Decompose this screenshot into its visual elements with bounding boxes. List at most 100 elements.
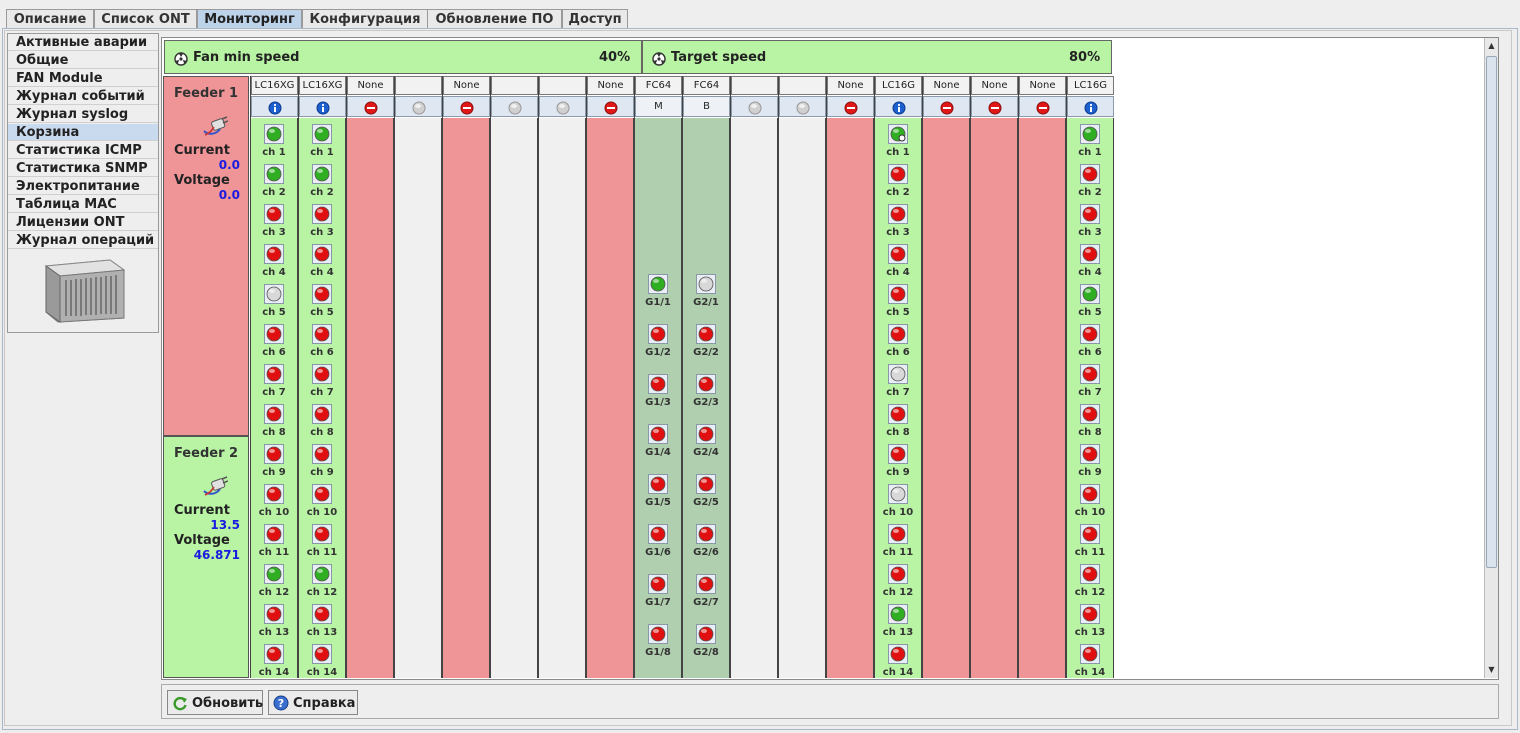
port-led-icon[interactable] xyxy=(264,404,284,424)
port-led-icon[interactable] xyxy=(312,204,332,224)
port-led-icon[interactable] xyxy=(1080,524,1100,544)
scrollbar-thumb[interactable] xyxy=(1486,56,1497,568)
port-led-icon[interactable] xyxy=(888,204,908,224)
port-led-icon[interactable] xyxy=(696,474,716,494)
info-icon[interactable] xyxy=(1067,96,1114,117)
port-led-icon[interactable] xyxy=(264,284,284,304)
port-led-icon[interactable] xyxy=(888,284,908,304)
port-led-icon[interactable] xyxy=(264,364,284,384)
stop-icon[interactable] xyxy=(827,96,874,117)
port-led-icon[interactable] xyxy=(1080,204,1100,224)
port-led-icon[interactable] xyxy=(696,324,716,344)
sidebar-item-8[interactable]: Электропитание xyxy=(8,178,158,195)
refresh-button[interactable]: Обновить xyxy=(167,690,263,715)
info-icon[interactable] xyxy=(875,96,922,117)
port-led-icon[interactable] xyxy=(888,644,908,664)
sidebar-item-7[interactable]: Статистика SNMP xyxy=(8,160,158,177)
stop-icon[interactable] xyxy=(587,96,634,117)
port-led-icon[interactable] xyxy=(888,164,908,184)
port-led-icon[interactable] xyxy=(888,564,908,584)
port-led-icon[interactable] xyxy=(312,644,332,664)
port-led-icon[interactable] xyxy=(312,284,332,304)
port-led-icon[interactable] xyxy=(1080,404,1100,424)
tab-3[interactable]: Конфигурация xyxy=(302,9,428,29)
status-gray-icon[interactable] xyxy=(539,96,586,117)
tab-0[interactable]: Описание xyxy=(6,9,94,29)
port-led-icon[interactable] xyxy=(1080,484,1100,504)
stop-icon[interactable] xyxy=(347,96,394,117)
stop-icon[interactable] xyxy=(1019,96,1066,117)
port-led-icon[interactable] xyxy=(888,524,908,544)
status-gray-icon[interactable] xyxy=(395,96,442,117)
sidebar-item-2[interactable]: FAN Module xyxy=(8,70,158,87)
stop-icon[interactable] xyxy=(971,96,1018,117)
port-led-icon[interactable] xyxy=(312,524,332,544)
port-led-icon[interactable] xyxy=(312,564,332,584)
port-led-icon[interactable] xyxy=(312,324,332,344)
port-led-icon[interactable] xyxy=(312,484,332,504)
port-led-icon[interactable] xyxy=(888,404,908,424)
status-gray-icon[interactable] xyxy=(491,96,538,117)
port-led-icon[interactable] xyxy=(312,404,332,424)
port-led-icon[interactable] xyxy=(1080,604,1100,624)
stop-icon[interactable] xyxy=(923,96,970,117)
sidebar-item-1[interactable]: Общие xyxy=(8,52,158,69)
scroll-up-icon[interactable]: ▲ xyxy=(1486,40,1497,51)
sidebar-item-10[interactable]: Лицензии ONT xyxy=(8,214,158,231)
stop-icon[interactable] xyxy=(443,96,490,117)
info-icon[interactable] xyxy=(299,96,346,117)
port-led-icon[interactable] xyxy=(312,244,332,264)
port-led-icon[interactable] xyxy=(888,484,908,504)
status-gray-icon[interactable] xyxy=(779,96,826,117)
port-led-icon[interactable] xyxy=(648,574,668,594)
port-led-icon[interactable] xyxy=(264,444,284,464)
port-led-icon[interactable] xyxy=(1080,164,1100,184)
port-led-icon[interactable] xyxy=(648,274,668,294)
sidebar-item-6[interactable]: Статистика ICMP xyxy=(8,142,158,159)
port-led-icon[interactable] xyxy=(1080,284,1100,304)
port-led-icon[interactable] xyxy=(1080,564,1100,584)
port-led-icon[interactable] xyxy=(312,124,332,144)
port-led-icon[interactable] xyxy=(696,374,716,394)
port-led-icon[interactable] xyxy=(696,624,716,644)
help-button[interactable]: ? Справка xyxy=(268,690,358,715)
sidebar-item-5[interactable]: Корзина xyxy=(8,124,158,141)
port-led-icon[interactable] xyxy=(888,364,908,384)
port-led-icon[interactable] xyxy=(264,644,284,664)
port-led-icon[interactable] xyxy=(1080,364,1100,384)
port-led-icon[interactable] xyxy=(888,324,908,344)
slot-role-button[interactable]: M xyxy=(635,96,682,117)
port-led-icon[interactable] xyxy=(1080,444,1100,464)
port-led-icon[interactable] xyxy=(264,524,284,544)
port-led-icon[interactable] xyxy=(264,204,284,224)
info-icon[interactable] xyxy=(251,96,298,117)
port-led-icon[interactable] xyxy=(264,124,284,144)
sidebar-item-3[interactable]: Журнал событий xyxy=(8,88,158,105)
port-led-icon[interactable] xyxy=(1080,324,1100,344)
port-led-icon[interactable] xyxy=(1080,124,1100,144)
port-led-icon[interactable] xyxy=(888,604,908,624)
port-led-icon[interactable] xyxy=(888,444,908,464)
sidebar-item-9[interactable]: Таблица MAC xyxy=(8,196,158,213)
tab-2[interactable]: Мониторинг xyxy=(197,9,302,29)
port-led-icon[interactable] xyxy=(648,524,668,544)
port-led-icon[interactable] xyxy=(696,524,716,544)
port-led-icon[interactable] xyxy=(1080,244,1100,264)
port-led-icon[interactable] xyxy=(888,244,908,264)
port-led-icon[interactable] xyxy=(696,574,716,594)
port-led-icon[interactable] xyxy=(696,274,716,294)
port-led-icon[interactable] xyxy=(264,324,284,344)
port-led-icon[interactable] xyxy=(264,604,284,624)
port-led-icon[interactable] xyxy=(264,484,284,504)
sidebar-item-11[interactable]: Журнал операций xyxy=(8,232,158,249)
port-led-icon[interactable] xyxy=(264,564,284,584)
slot-role-button[interactable]: B xyxy=(683,96,730,117)
port-led-icon[interactable] xyxy=(312,164,332,184)
sidebar-item-4[interactable]: Журнал syslog xyxy=(8,106,158,123)
port-led-icon[interactable] xyxy=(888,124,908,144)
port-led-icon[interactable] xyxy=(648,374,668,394)
port-led-icon[interactable] xyxy=(312,604,332,624)
port-led-icon[interactable] xyxy=(264,244,284,264)
tab-1[interactable]: Список ONT xyxy=(94,9,197,29)
port-led-icon[interactable] xyxy=(1080,644,1100,664)
